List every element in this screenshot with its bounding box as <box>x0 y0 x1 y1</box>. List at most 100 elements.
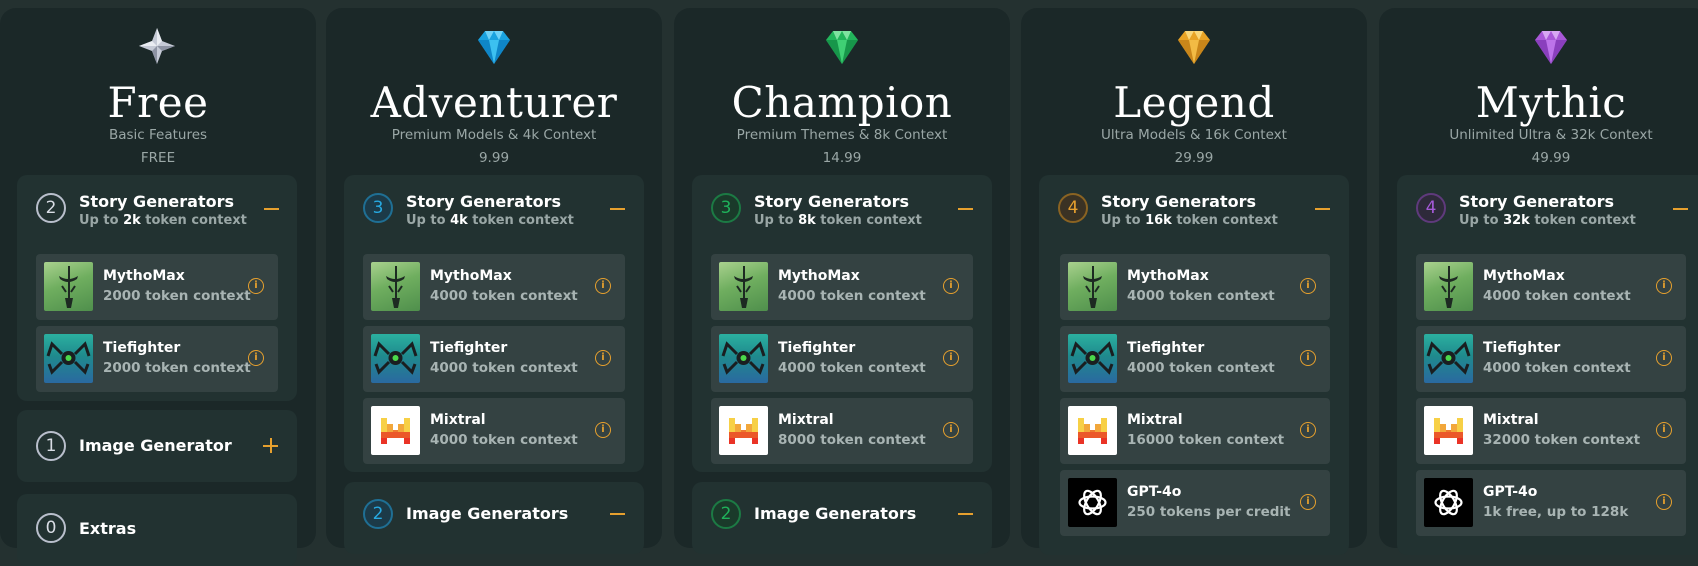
model-card-tiefighter[interactable]: Tiefighter 2000 token context i <box>36 326 278 392</box>
section-title: Story Generators <box>79 192 235 211</box>
model-card-tiefighter[interactable]: Tiefighter 4000 token context i <box>711 326 973 392</box>
info-icon[interactable]: i <box>248 350 264 366</box>
story-generators-section[interactable]: 2 Story Generators Up to 2k token contex… <box>17 175 297 401</box>
model-context: 16000 token context <box>1127 432 1285 448</box>
collapse-icon[interactable] <box>1673 201 1689 217</box>
collapse-icon[interactable] <box>958 201 974 217</box>
model-context: 4000 token context <box>1127 360 1275 376</box>
model-card-tiefighter[interactable]: Tiefighter 4000 token context i <box>1060 326 1330 392</box>
plan-card-mythic: Mythic Unlimited Ultra & 32k Context 49.… <box>1379 8 1698 555</box>
model-card-mixtral[interactable]: Mixtral 4000 token context i <box>363 398 625 464</box>
info-icon[interactable]: i <box>1656 494 1672 510</box>
image-generators-section[interactable]: 2 Image Generators <box>692 482 992 554</box>
gold-diamond-icon <box>1178 31 1210 64</box>
collapse-icon[interactable] <box>958 506 974 522</box>
info-icon[interactable]: i <box>1656 422 1672 438</box>
spider-icon <box>1424 334 1473 383</box>
story-generators-section[interactable]: 3 Story Generators Up to 8k token contex… <box>692 175 992 472</box>
count-badge: 2 <box>363 499 393 529</box>
collapse-icon[interactable] <box>264 201 280 217</box>
model-card-mythomax[interactable]: MythoMax 2000 token context i <box>36 254 278 320</box>
count-badge: 4 <box>1058 193 1088 223</box>
spider-icon <box>1068 334 1117 383</box>
plan-price: 14.99 <box>822 150 862 166</box>
model-card-mythomax[interactable]: MythoMax 4000 token context i <box>711 254 973 320</box>
model-context: 250 tokens per credit <box>1127 504 1291 520</box>
expand-icon[interactable] <box>263 438 279 454</box>
section-title: Story Generators <box>406 192 562 211</box>
info-icon[interactable]: i <box>595 422 611 438</box>
plan-subtitle: Ultra Models & 16k Context <box>1101 127 1287 143</box>
info-icon[interactable]: i <box>595 350 611 366</box>
model-context: 2000 token context <box>103 288 251 304</box>
image-generators-section[interactable]: 2 Image Generators <box>344 482 644 554</box>
model-context: 4000 token context <box>1483 288 1631 304</box>
sword-icon <box>1068 262 1117 311</box>
model-card-mythomax[interactable]: MythoMax 4000 token context i <box>1416 254 1686 320</box>
info-icon[interactable]: i <box>1656 278 1672 294</box>
info-icon[interactable]: i <box>1300 494 1316 510</box>
plan-subtitle: Unlimited Ultra & 32k Context <box>1449 127 1653 143</box>
model-card-gpt-4o[interactable]: GPT-4o 1k free, up to 128k i <box>1416 470 1686 536</box>
plan-price: 49.99 <box>1531 150 1571 166</box>
model-context: 4000 token context <box>430 360 578 376</box>
count-badge: 0 <box>36 513 66 543</box>
plan-title: Adventurer <box>370 78 618 127</box>
model-name: MythoMax <box>778 268 860 284</box>
story-generators-section[interactable]: 3 Story Generators Up to 4k token contex… <box>344 175 644 472</box>
count-badge: 1 <box>36 431 66 461</box>
model-card-tiefighter[interactable]: Tiefighter 4000 token context i <box>1416 326 1686 392</box>
plan-card-legend: Legend Ultra Models & 16k Context 29.99 … <box>1021 8 1367 555</box>
model-card-mythomax[interactable]: MythoMax 4000 token context i <box>1060 254 1330 320</box>
model-name: Tiefighter <box>778 340 856 356</box>
model-name: Tiefighter <box>1483 340 1561 356</box>
blue-diamond-icon <box>478 31 510 64</box>
mistral-icon <box>1424 406 1473 455</box>
model-card-tiefighter[interactable]: Tiefighter 4000 token context i <box>363 326 625 392</box>
openai-icon <box>1068 478 1117 527</box>
mistral-icon <box>371 406 420 455</box>
model-context: 2000 token context <box>103 360 251 376</box>
collapse-icon[interactable] <box>610 201 626 217</box>
model-card-mixtral[interactable]: Mixtral 32000 token context i <box>1416 398 1686 464</box>
section-subtitle: Up to 2k token context <box>79 213 247 228</box>
green-diamond-icon <box>826 31 858 64</box>
info-icon[interactable]: i <box>1300 278 1316 294</box>
spider-icon <box>719 334 768 383</box>
model-context: 4000 token context <box>778 288 926 304</box>
model-name: Mixtral <box>1483 412 1539 428</box>
info-icon[interactable]: i <box>943 350 959 366</box>
plan-title: Champion <box>731 78 953 127</box>
info-icon[interactable]: i <box>248 278 264 294</box>
collapse-icon[interactable] <box>1315 201 1331 217</box>
collapse-icon[interactable] <box>610 506 626 522</box>
extras-section[interactable]: 0 Extras <box>17 494 297 566</box>
model-context: 32000 token context <box>1483 432 1641 448</box>
model-name: Tiefighter <box>1127 340 1205 356</box>
section-subtitle: Up to 32k token context <box>1459 213 1636 228</box>
plan-price: FREE <box>140 150 176 166</box>
model-context: 4000 token context <box>430 432 578 448</box>
story-generators-section[interactable]: 4 Story Generators Up to 16k token conte… <box>1039 175 1349 555</box>
info-icon[interactable]: i <box>1656 350 1672 366</box>
mistral-icon <box>719 406 768 455</box>
info-icon[interactable]: i <box>1300 422 1316 438</box>
model-card-mixtral[interactable]: Mixtral 16000 token context i <box>1060 398 1330 464</box>
plan-subtitle: Premium Themes & 8k Context <box>736 127 948 143</box>
section-subtitle: Up to 16k token context <box>1101 213 1278 228</box>
info-icon[interactable]: i <box>1300 350 1316 366</box>
plan-price: 29.99 <box>1174 150 1214 166</box>
info-icon[interactable]: i <box>595 278 611 294</box>
image-generator-section[interactable]: 1 Image Generator <box>17 410 297 482</box>
section-title: Image Generators <box>754 504 917 523</box>
model-card-mythomax[interactable]: MythoMax 4000 token context i <box>363 254 625 320</box>
story-generators-section[interactable]: 4 Story Generators Up to 32k token conte… <box>1397 175 1698 555</box>
info-icon[interactable]: i <box>943 278 959 294</box>
model-card-gpt-4o[interactable]: GPT-4o 250 tokens per credit i <box>1060 470 1330 536</box>
model-card-mixtral[interactable]: Mixtral 8000 token context i <box>711 398 973 464</box>
model-name: GPT-4o <box>1483 484 1538 500</box>
info-icon[interactable]: i <box>943 422 959 438</box>
model-name: Mixtral <box>778 412 834 428</box>
section-title: Story Generators <box>1459 192 1615 211</box>
model-name: Mixtral <box>1127 412 1183 428</box>
